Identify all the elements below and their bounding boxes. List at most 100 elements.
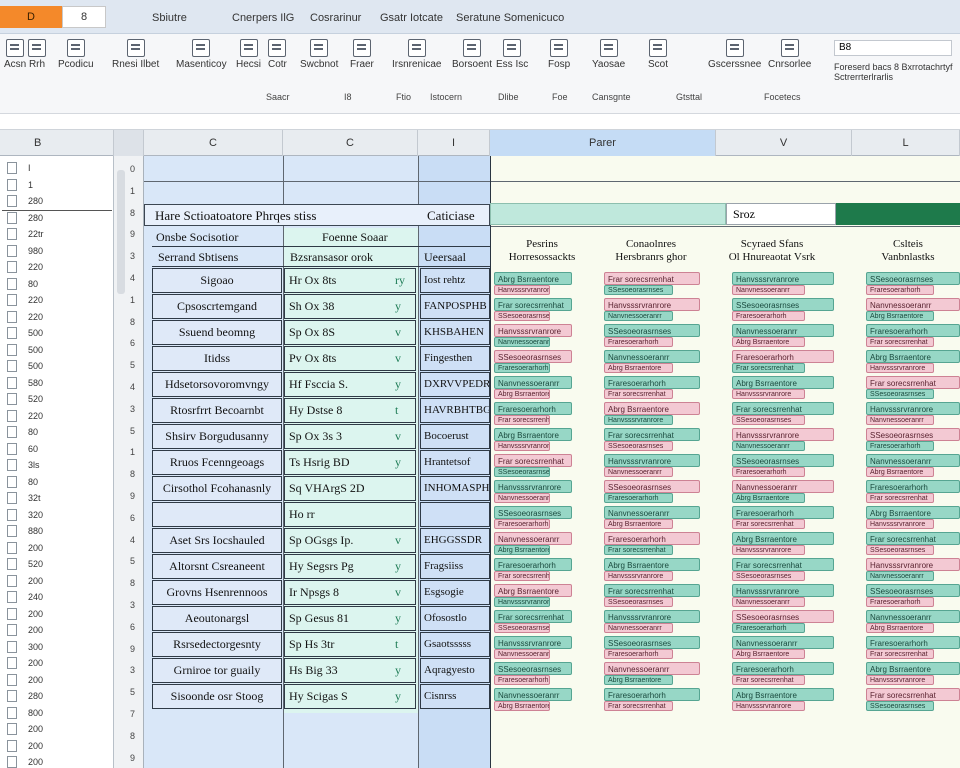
column-header[interactable]: C	[283, 130, 418, 156]
result-box[interactable]: Sroz	[726, 203, 836, 225]
row-number[interactable]: 280	[0, 688, 114, 704]
row-number[interactable]: 520	[0, 391, 114, 407]
row-code-cell[interactable]: INHOMASPHS	[420, 476, 490, 501]
status-pill-pink[interactable]: Frar sorecsrrenhat	[866, 688, 960, 701]
row-label-cell[interactable]	[152, 502, 282, 527]
status-pill-pink[interactable]: Frar sorecsrrenhat	[866, 376, 960, 389]
row-value-cell[interactable]: Sp Gesus 81 y	[284, 606, 416, 631]
tab-3[interactable]: Cosrarinur	[310, 12, 361, 24]
row-number[interactable]: 80	[0, 424, 114, 440]
status-pill-pink[interactable]: Abrg Bsrraentore	[604, 402, 700, 415]
row-code-cell[interactable]: DXRVVPEDR	[420, 372, 490, 397]
status-pill-pink[interactable]: Frar sorecsrrenhat	[494, 454, 572, 467]
row-label-cell[interactable]: Rruos Fcenngeoags	[152, 450, 282, 475]
row-number[interactable]: 80	[0, 474, 114, 490]
status-pill-teal[interactable]: SSesoeorasrnses	[732, 454, 834, 467]
app-logo-icon[interactable]: D	[0, 6, 62, 28]
ribbon-button[interactable]: Yaosae	[592, 37, 625, 70]
column-header[interactable]: I	[418, 130, 490, 156]
status-pill-pink[interactable]: Fraresoerarhorh	[732, 350, 834, 363]
row-value-cell[interactable]: Sp Ox 3s 3v	[284, 424, 416, 449]
row-value-cell[interactable]: Hf Fsccia S. y	[284, 372, 416, 397]
status-pill-teal[interactable]: Nanvnessoeranrr	[494, 688, 572, 701]
ribbon-button[interactable]: Rrh	[28, 37, 46, 70]
status-pill-teal[interactable]: Fraresoerarhorh	[732, 506, 834, 519]
status-pill-pink[interactable]: Nanvnessoeranrr	[604, 662, 700, 675]
header-cell[interactable]: Serrand Sbtisens	[158, 250, 238, 265]
status-pill-teal[interactable]: Fraresoerarhorh	[494, 558, 572, 571]
tab-2[interactable]: Cnerpers IlG	[232, 12, 294, 24]
status-pill-teal[interactable]: Hanvsssrvranrore	[732, 272, 834, 285]
status-pill-pink[interactable]: SSesoeorasrnses	[494, 350, 572, 363]
row-number[interactable]: 22tr	[0, 226, 114, 242]
row-number[interactable]: 3ls	[0, 457, 114, 473]
column-header[interactable]: L	[852, 130, 960, 156]
row-value-cell[interactable]: Hy Dstse 8t	[284, 398, 416, 423]
row-value-cell[interactable]: Ts Hsrig BD y	[284, 450, 416, 475]
status-pill-teal[interactable]: Nanvnessoeranrr	[604, 506, 700, 519]
row-code-cell[interactable]: Fingesthen	[420, 346, 490, 371]
row-number[interactable]: 580	[0, 375, 114, 391]
ribbon-button[interactable]: Cotr	[268, 37, 287, 70]
header-cell[interactable]: Ueersaal	[424, 250, 466, 265]
row-label-cell[interactable]: Cpsoscrtemgand	[152, 294, 282, 319]
row-number[interactable]: 200	[0, 655, 114, 671]
sheet-title-row[interactable]: Hare Sctioatoatore Phrqes stiss Caticias…	[144, 204, 490, 226]
row-number[interactable]: 1	[0, 177, 114, 193]
status-pill-teal[interactable]: Abrg Bsrraentore	[866, 662, 960, 675]
status-pill-teal[interactable]: Nanvnessoeranrr	[732, 324, 834, 337]
row-code-cell[interactable]: EHGGSSDR	[420, 528, 490, 553]
row-label-cell[interactable]: Rtosrfrrt Becoarnbt	[152, 398, 282, 423]
row-code-cell[interactable]: Bocoerust	[420, 424, 490, 449]
status-pill-teal[interactable]: Nanvnessoeranrr	[494, 376, 572, 389]
status-pill-teal[interactable]: SSesoeorasrnses	[866, 272, 960, 285]
ribbon-button[interactable]: Swcbnot	[300, 37, 338, 70]
row-number[interactable]: 300	[0, 639, 114, 655]
status-pill-teal[interactable]: Fraresoerarhorh	[866, 324, 960, 337]
row-label-cell[interactable]: Sisoonde osr Stoog	[152, 684, 282, 709]
row-label-cell[interactable]: Hdsetorsovoromvngy	[152, 372, 282, 397]
status-pill-pink[interactable]: SSesoeorasrnses	[604, 480, 700, 493]
row-label-cell[interactable]: Grniroe tor guaily	[152, 658, 282, 683]
row-label-cell[interactable]: Shsirv Borgudusanny	[152, 424, 282, 449]
column-header-selected[interactable]: Parer	[490, 130, 716, 156]
status-pill-teal[interactable]: Frar sorecsrrenhat	[732, 402, 834, 415]
status-pill-teal[interactable]: SSesoeorasrnses	[866, 584, 960, 597]
quick-access-box[interactable]: 8	[62, 6, 106, 28]
row-number[interactable]: 200	[0, 721, 114, 737]
header-cell[interactable]: Foenne Soaar	[322, 230, 388, 245]
row-number[interactable]: 220	[0, 259, 114, 275]
row-value-cell[interactable]: Ir Npsgs 8v	[284, 580, 416, 605]
status-pill-teal[interactable]: Fraresoerarhorh	[866, 636, 960, 649]
status-pill-teal[interactable]: Abrg Bsrraentore	[732, 376, 834, 389]
status-pill-teal[interactable]: SSesoeorasrnses	[604, 636, 700, 649]
row-value-cell[interactable]: Ho rr	[284, 502, 416, 527]
row-number[interactable]: 60	[0, 441, 114, 457]
row-value-cell[interactable]: Hs Big 33 y	[284, 658, 416, 683]
row-number[interactable]: 200	[0, 573, 114, 589]
row-value-cell[interactable]: Sp Ox 8S v	[284, 320, 416, 345]
status-pill-teal[interactable]: Hanvsssrvranrore	[732, 584, 834, 597]
row-number[interactable]: 220	[0, 309, 114, 325]
row-code-cell[interactable]: Esgsogie	[420, 580, 490, 605]
row-code-cell[interactable]: Fragsiiss	[420, 554, 490, 579]
row-number[interactable]: 220	[0, 292, 114, 308]
status-pill-teal[interactable]: Fraresoerarhorh	[604, 376, 700, 389]
row-number[interactable]: 200	[0, 738, 114, 754]
status-pill-teal[interactable]: Nanvnessoeranrr	[732, 636, 834, 649]
row-number[interactable]: 32t	[0, 490, 114, 506]
row-label-cell[interactable]: Aeoutonargsl	[152, 606, 282, 631]
formula-bar[interactable]	[0, 114, 960, 130]
row-code-cell[interactable]: FANPOSPHB	[420, 294, 490, 319]
row-value-cell[interactable]: Hy Segsrs Pg y	[284, 554, 416, 579]
status-pill-teal[interactable]: Hanvsssrvranrore	[866, 402, 960, 415]
row-number[interactable]: I	[0, 160, 114, 176]
ribbon-button[interactable]: Masenticoy	[176, 37, 227, 70]
row-code-cell[interactable]: HAVRBHTBG	[420, 398, 490, 423]
status-pill-teal[interactable]: Abrg Bsrraentore	[494, 272, 572, 285]
row-number[interactable]: 80	[0, 276, 114, 292]
header-cell[interactable]: Bzsransasor orok	[290, 250, 373, 265]
ribbon-button[interactable]: Hecsi	[236, 37, 261, 70]
ribbon-button[interactable]: Pcodicu	[58, 37, 94, 70]
row-number[interactable]: 500	[0, 358, 114, 374]
